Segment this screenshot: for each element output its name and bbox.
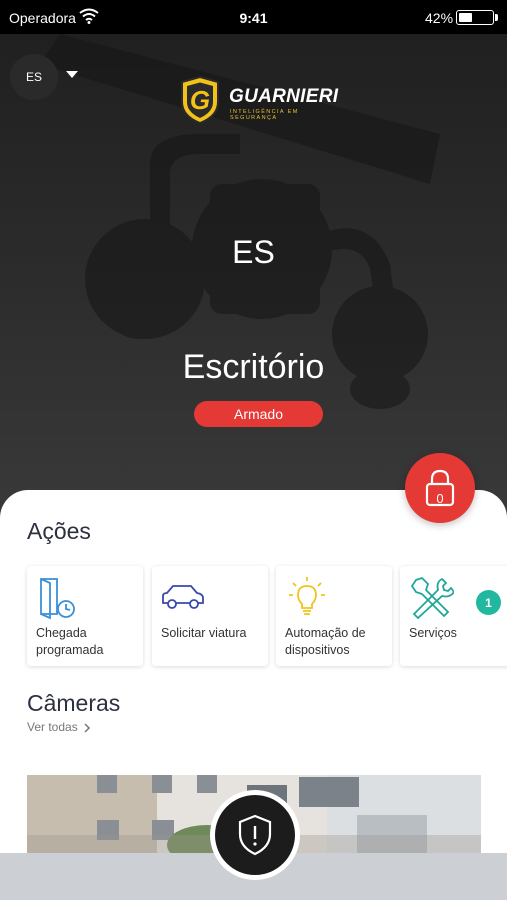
brand-logo: G GUARNIERI INTELIGÊNCIA EM SEGURANÇA xyxy=(176,74,339,126)
site-switcher-label: ES xyxy=(25,70,42,84)
site-name: Escritório xyxy=(182,348,325,386)
car-icon xyxy=(162,585,204,609)
action-label: Automação de dispositivos xyxy=(285,626,366,657)
arm-lock-button[interactable]: 0 xyxy=(405,453,475,523)
scheduled-arrival-icon xyxy=(40,578,75,620)
battery-percent: 42% xyxy=(425,10,454,26)
cameras-section-title: Câmeras xyxy=(27,690,121,716)
battery-tip xyxy=(495,14,498,21)
action-scheduled-arrival[interactable]: Chegada programada xyxy=(27,566,143,666)
site-switcher-button[interactable]: ES xyxy=(10,54,58,100)
action-label: Chegada programada xyxy=(36,626,104,657)
chevron-down-icon[interactable] xyxy=(66,71,78,78)
panic-button[interactable] xyxy=(210,790,300,880)
services-badge: 1 xyxy=(476,590,501,615)
chevron-right-icon[interactable] xyxy=(82,722,92,734)
shield-alert-icon xyxy=(238,814,272,856)
status-bar: Operadora 9:41 42% xyxy=(0,0,507,34)
brand-name: GUARNIERI xyxy=(229,86,339,107)
brand-tagline: INTELIGÊNCIA EM SEGURANÇA xyxy=(230,109,299,121)
action-label: Solicitar viatura xyxy=(161,626,247,640)
battery-icon xyxy=(456,10,494,25)
site-code: ES xyxy=(232,234,275,270)
action-services[interactable]: Serviços xyxy=(400,566,507,666)
see-all-cameras-link[interactable]: Ver todas xyxy=(27,720,78,734)
shield-logo-icon: G xyxy=(181,76,219,124)
action-request-vehicle[interactable]: Solicitar viatura xyxy=(152,566,268,666)
arm-status-label: Armado xyxy=(233,406,284,422)
actions-section-title: Ações xyxy=(27,518,91,544)
lightbulb-icon xyxy=(289,577,325,615)
tools-icon xyxy=(410,576,454,620)
svg-text:G: G xyxy=(190,85,210,115)
lock-count: 0 xyxy=(436,491,444,506)
action-device-automation[interactable]: Automação de dispositivos xyxy=(276,566,392,666)
services-badge-count: 1 xyxy=(485,595,492,610)
arm-status-badge: Armado xyxy=(194,401,323,427)
panic-button-inner xyxy=(215,795,295,875)
action-label: Serviços xyxy=(409,626,457,640)
